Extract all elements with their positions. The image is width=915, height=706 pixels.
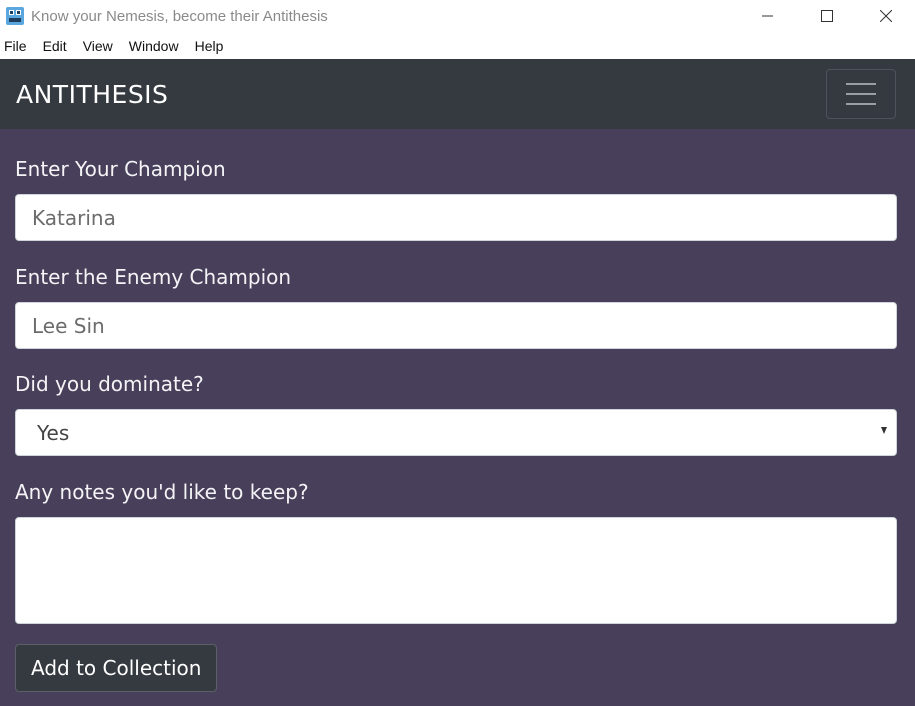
enemy-champion-label: Enter the Enemy Champion	[15, 265, 292, 289]
enemy-champion-input[interactable]: Lee Sin	[15, 302, 897, 349]
minimize-button[interactable]	[738, 0, 797, 32]
app-logo-icon	[5, 6, 25, 26]
maximize-button[interactable]	[797, 0, 856, 32]
close-button[interactable]	[856, 0, 915, 32]
menu-file[interactable]: File	[0, 38, 35, 54]
dominate-label: Did you dominate?	[15, 372, 204, 396]
dominate-select[interactable]: Yes	[15, 409, 897, 456]
menu-window[interactable]: Window	[125, 38, 187, 54]
navbar: ANTITHESIS	[0, 59, 915, 129]
menu-view[interactable]: View	[79, 38, 121, 54]
caret-down-icon	[881, 427, 887, 434]
menu-help[interactable]: Help	[191, 38, 232, 54]
maximize-icon	[820, 10, 833, 22]
menu-bar: File Edit View Window Help	[0, 32, 915, 59]
navbar-toggler-button[interactable]	[826, 69, 896, 119]
hamburger-menu-icon	[846, 83, 876, 105]
minimize-icon	[761, 15, 773, 17]
form-container: Enter Your Champion Katarina Enter the E…	[0, 129, 915, 706]
dominate-selected-value: Yes	[37, 420, 70, 445]
champion-label: Enter Your Champion	[15, 157, 226, 181]
window-title: Know your Nemesis, become their Antithes…	[31, 7, 328, 25]
notes-textarea[interactable]	[15, 517, 897, 624]
add-to-collection-button[interactable]: Add to Collection	[15, 644, 218, 692]
window-controls	[738, 0, 915, 32]
title-bar: Know your Nemesis, become their Antithes…	[0, 0, 915, 32]
menu-edit[interactable]: Edit	[39, 38, 75, 54]
navbar-brand[interactable]: ANTITHESIS	[16, 80, 168, 109]
notes-label: Any notes you'd like to keep?	[15, 480, 309, 504]
champion-input[interactable]: Katarina	[15, 194, 897, 241]
close-icon	[879, 10, 892, 22]
app-window: Know your Nemesis, become their Antithes…	[0, 0, 915, 706]
